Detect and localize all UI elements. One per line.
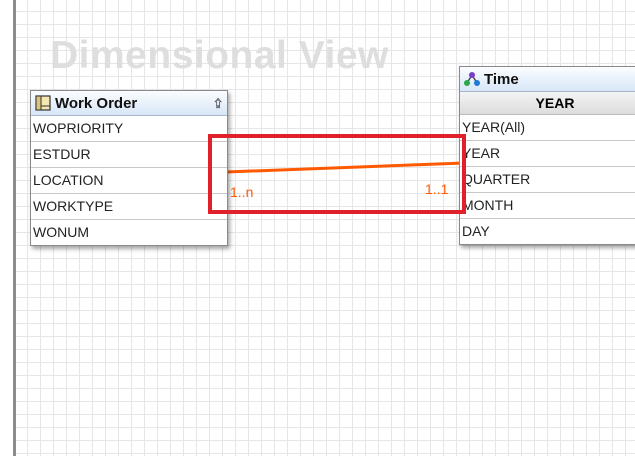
time-level-header: YEAR <box>460 92 635 115</box>
field-worktype[interactable]: WORKTYPE <box>31 194 227 220</box>
field-month[interactable]: MONTH <box>460 193 635 219</box>
work-order-entity[interactable]: Work Order ⮸ WOPRIORITY ESTDUR LOCATION … <box>30 90 228 246</box>
time-title: Time <box>484 70 519 88</box>
time-entity[interactable]: Time ⮸ YEAR YEAR(All) YEAR QUARTER MONTH… <box>459 66 635 245</box>
highlight-box <box>208 134 466 214</box>
field-location[interactable]: LOCATION <box>31 168 227 194</box>
work-order-title: Work Order <box>55 94 138 112</box>
field-wonum[interactable]: WONUM <box>31 220 227 245</box>
field-year-all[interactable]: YEAR(All) <box>460 115 635 141</box>
hierarchy-icon <box>464 71 480 87</box>
field-year[interactable]: YEAR <box>460 141 635 167</box>
field-estdur[interactable]: ESTDUR <box>31 142 227 168</box>
collapse-icon[interactable]: ⮸ <box>214 95 222 116</box>
field-quarter[interactable]: QUARTER <box>460 167 635 193</box>
field-wopriority[interactable]: WOPRIORITY <box>31 116 227 142</box>
work-order-header[interactable]: Work Order ⮸ <box>31 91 227 116</box>
table-icon <box>35 95 51 111</box>
time-header[interactable]: Time ⮸ <box>460 67 635 92</box>
field-day[interactable]: DAY <box>460 219 635 244</box>
